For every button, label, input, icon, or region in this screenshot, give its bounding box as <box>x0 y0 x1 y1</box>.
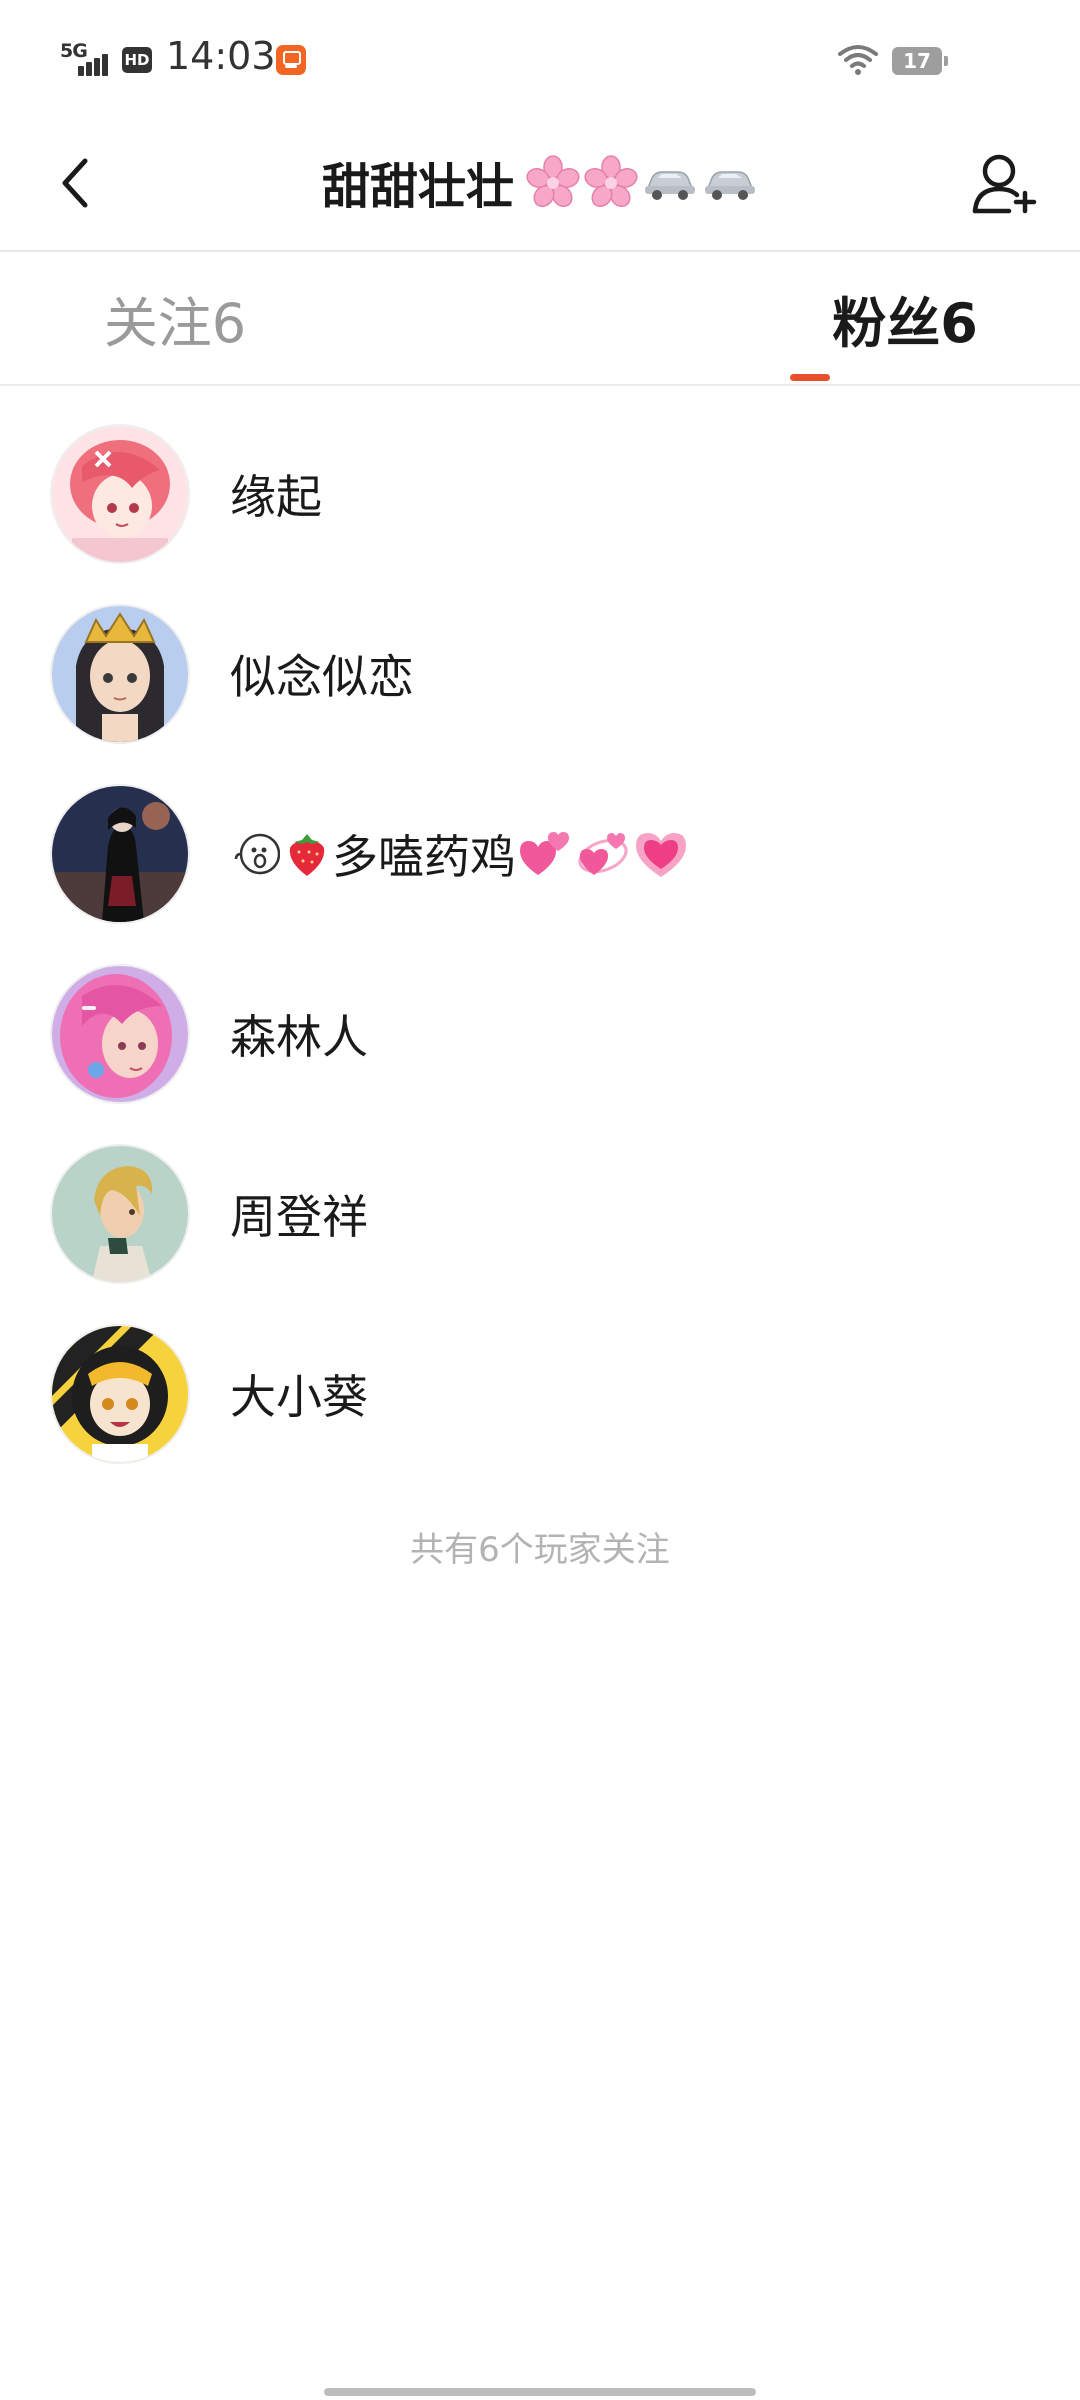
hd-icon: HD <box>122 47 152 73</box>
avatar[interactable] <box>50 424 190 564</box>
page-title: 甜甜壮壮 <box>180 146 900 218</box>
home-indicator[interactable] <box>324 2388 756 2396</box>
blonde-profile-avatar <box>52 1146 188 1282</box>
user-nickname: 甜甜壮壮 <box>321 159 514 215</box>
fan-name: 大小葵 <box>230 1370 368 1424</box>
revolving-hearts-icon <box>578 833 628 875</box>
app-notification-icon <box>276 45 306 75</box>
list-item[interactable]: 周登祥 <box>0 1124 1080 1304</box>
avatar[interactable] <box>50 1144 190 1284</box>
back-button[interactable] <box>40 148 110 218</box>
pink-curly-hair-girl-avatar <box>52 966 188 1102</box>
crowned-anime-girl-avatar <box>52 606 188 742</box>
name-suffix-emoji <box>516 829 690 879</box>
dark-robed-figure-avatar <box>52 786 188 922</box>
face-icon <box>234 833 280 875</box>
fan-name: 森林人 <box>230 1010 368 1064</box>
fan-name: 周登祥 <box>230 1190 368 1244</box>
add-user-icon <box>972 154 1037 214</box>
avatar[interactable] <box>50 964 190 1104</box>
growing-heart-icon <box>636 833 686 877</box>
fan-name: 缘起 <box>230 470 322 524</box>
title-bar: 甜甜壮壮 <box>0 118 1080 252</box>
signal-icon: 5G <box>60 40 112 76</box>
list-item[interactable]: 大小葵 <box>0 1304 1080 1484</box>
tab-bar: 关注6 粉丝6 <box>0 252 1080 386</box>
car-icon <box>645 171 695 200</box>
tab-fans[interactable]: 粉丝6 <box>540 252 1080 384</box>
fan-name: 似念似恋 <box>230 650 414 704</box>
avatar[interactable] <box>50 604 190 744</box>
car-icon <box>705 171 755 200</box>
add-friend-button[interactable] <box>964 144 1044 224</box>
cherry-blossom-icon <box>526 155 580 208</box>
avatar[interactable] <box>50 784 190 924</box>
yellow-black-anime-avatar <box>52 1326 188 1462</box>
network-type: 5G <box>60 40 88 62</box>
list-item[interactable]: 似念似恋 <box>0 584 1080 764</box>
follower-count-footer: 共有6个玩家关注 <box>410 1530 670 1570</box>
fan-list: 缘起 似念似恋 多嗑药鸡 森林人 周登祥 大小葵 <box>0 404 1080 1484</box>
list-item[interactable]: 多嗑药鸡 <box>0 764 1080 944</box>
chevron-left-icon <box>62 158 88 208</box>
status-bar: 5G HD 14:03 17 <box>0 0 1080 118</box>
tab-following[interactable]: 关注6 <box>0 252 540 384</box>
active-tab-indicator <box>790 374 830 381</box>
two-hearts-icon <box>520 832 569 875</box>
pink-hair-anime-girl-avatar <box>52 426 188 562</box>
avatar[interactable] <box>50 1324 190 1464</box>
clock: 14:03 <box>166 34 276 78</box>
battery-icon: 17 <box>892 47 948 75</box>
name-prefix-emoji <box>230 830 332 878</box>
wifi-icon <box>838 44 878 80</box>
cherry-blossom-icon <box>584 155 638 208</box>
title-emoji-group <box>522 155 758 209</box>
list-item[interactable]: 森林人 <box>0 944 1080 1124</box>
fan-name: 多嗑药鸡 <box>230 764 690 944</box>
list-item[interactable]: 缘起 <box>0 404 1080 584</box>
fans-page: 5G HD 14:03 17 甜甜壮壮 关注6 粉丝6 缘起 似念似恋 多嗑药鸡… <box>0 0 1080 2400</box>
strawberry-icon <box>289 834 325 876</box>
